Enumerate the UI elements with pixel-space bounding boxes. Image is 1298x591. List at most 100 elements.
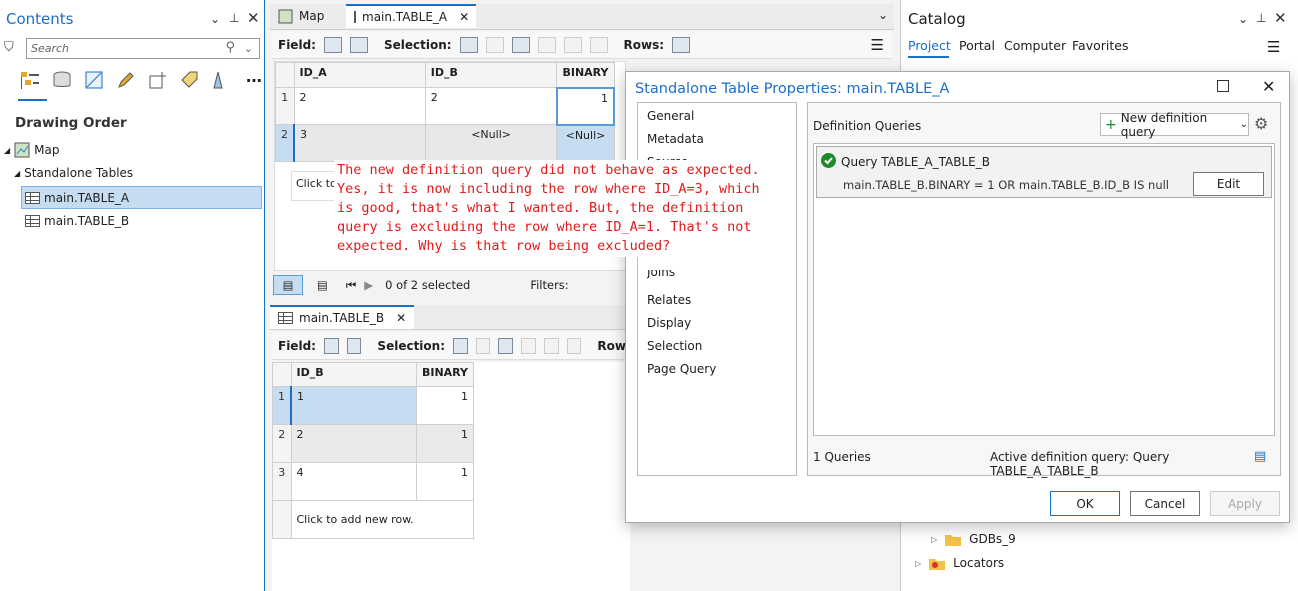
more-options-icon[interactable]: ⋯: [242, 68, 266, 92]
column-header-binary[interactable]: BINARY: [415, 362, 475, 387]
close-dialog-icon[interactable]: ✕: [1262, 77, 1275, 96]
list-by-drawing-order-icon[interactable]: [18, 68, 42, 92]
nav-relates[interactable]: Relates: [647, 293, 691, 307]
table-row[interactable]: Click to add new row.: [272, 500, 474, 539]
pane-options-icon[interactable]: ⌄: [1238, 12, 1248, 26]
add-field-icon[interactable]: [323, 337, 339, 354]
tree-item-locators[interactable]: ▷ Locators: [915, 556, 1004, 570]
tab-map[interactable]: Map: [270, 4, 332, 28]
delete-selection-icon[interactable]: [563, 36, 582, 53]
filter-icon[interactable]: ⛉: [4, 40, 14, 55]
nav-display[interactable]: Display: [647, 316, 691, 330]
tab-list-chevron-icon[interactable]: ⌄: [878, 8, 888, 22]
table-menu-icon[interactable]: ☰: [871, 36, 884, 54]
add-field-icon[interactable]: [323, 36, 342, 53]
pin-icon[interactable]: ⊥: [1256, 11, 1266, 25]
cell-id-b[interactable]: 2: [290, 424, 417, 463]
collapse-icon[interactable]: ◢: [4, 146, 10, 155]
close-tab-icon[interactable]: ✕: [396, 311, 406, 325]
clear-selection-icon[interactable]: [521, 337, 536, 354]
tree-item-gdbs[interactable]: ▷ GDBs_9: [931, 532, 1016, 546]
chevron-down-icon[interactable]: ⌄: [1240, 119, 1248, 130]
show-selected-records-icon[interactable]: ▤: [317, 278, 328, 292]
sql-icon[interactable]: ▤: [1254, 449, 1266, 464]
column-header-id-a[interactable]: ID_A: [293, 62, 426, 88]
cell-id-b[interactable]: 2: [424, 87, 558, 125]
clear-selection-icon[interactable]: [537, 36, 556, 53]
cell-id-b[interactable]: <Null>: [424, 124, 558, 162]
cell-binary[interactable]: 1: [555, 86, 616, 126]
nav-general[interactable]: General: [647, 109, 694, 123]
search-icon[interactable]: ⚲: [225, 40, 235, 55]
add-new-row[interactable]: Click to add new row.: [290, 500, 474, 539]
cancel-button[interactable]: Cancel: [1130, 491, 1200, 516]
list-by-selection-icon[interactable]: [82, 68, 106, 92]
pin-icon[interactable]: ⊥: [229, 11, 239, 25]
tab-project[interactable]: Project: [908, 38, 951, 53]
delete-selection-icon[interactable]: [543, 337, 559, 354]
table-row[interactable]: 1 1 1: [272, 386, 475, 425]
cell-id-a[interactable]: 2: [293, 87, 426, 125]
switch-selection-icon[interactable]: [498, 337, 514, 354]
expand-icon[interactable]: ▷: [931, 535, 937, 544]
tree-item-map[interactable]: ◢ Map: [4, 142, 59, 158]
tree-item-standalone-tables[interactable]: ◢ Standalone Tables: [14, 166, 133, 180]
cell-id-a[interactable]: 3: [293, 124, 426, 162]
nav-selection[interactable]: Selection: [647, 339, 702, 353]
row-options-icon[interactable]: [672, 36, 691, 53]
column-header-id-b[interactable]: ID_B: [424, 62, 558, 88]
search-input[interactable]: Search ⚲ ⌄: [26, 38, 260, 59]
pane-options-icon[interactable]: ⌄: [210, 12, 220, 26]
table-row[interactable]: 3 4 1: [272, 462, 475, 501]
zoom-to-selection-icon[interactable]: [485, 36, 504, 53]
table-row[interactable]: 2 3 <Null> <Null>: [275, 124, 615, 162]
list-by-labeling-icon[interactable]: [178, 68, 202, 92]
cell-id-b[interactable]: 1: [290, 386, 417, 425]
list-by-perspective-icon[interactable]: [210, 68, 234, 92]
calculate-field-icon[interactable]: [349, 36, 368, 53]
calculate-field-icon[interactable]: [346, 337, 362, 354]
maximize-icon[interactable]: [1217, 80, 1229, 92]
cell-binary[interactable]: 1: [415, 386, 475, 425]
expand-icon[interactable]: ▷: [915, 559, 921, 568]
cell-id-b[interactable]: 4: [290, 462, 417, 501]
new-definition-query-button[interactable]: + New definition query ⌄: [1100, 111, 1249, 139]
ok-button[interactable]: OK: [1050, 491, 1120, 516]
column-header-id-b[interactable]: ID_B: [290, 362, 417, 387]
search-options-icon[interactable]: ⌄: [244, 42, 253, 55]
show-all-records-icon[interactable]: ▤: [273, 275, 303, 295]
collapse-icon[interactable]: ◢: [14, 169, 20, 178]
select-by-attributes-icon[interactable]: [453, 337, 468, 354]
select-by-attributes-icon[interactable]: [459, 36, 478, 53]
tree-item-table-a[interactable]: main.TABLE_A: [21, 186, 262, 209]
list-by-editing-icon[interactable]: [114, 68, 138, 92]
table-row[interactable]: 1 2 2 1: [275, 86, 616, 126]
catalog-menu-icon[interactable]: ☰: [1267, 38, 1280, 56]
previous-record-icon[interactable]: ▶: [364, 278, 373, 292]
zoom-to-selection-icon[interactable]: [475, 337, 491, 354]
switch-selection-icon[interactable]: [511, 36, 530, 53]
cell-binary[interactable]: <Null>: [556, 124, 615, 162]
close-tab-icon[interactable]: ✕: [459, 10, 469, 24]
nav-joins[interactable]: Joins: [647, 270, 675, 284]
list-by-snapping-icon[interactable]: [146, 68, 170, 92]
query-card[interactable]: Query TABLE_A_TABLE_B main.TABLE_B.BINAR…: [816, 146, 1272, 198]
first-record-icon[interactable]: ⏮: [346, 278, 356, 293]
tab-portal[interactable]: Portal: [959, 38, 995, 53]
tab-favorites[interactable]: Favorites: [1072, 38, 1128, 53]
tab-table-a[interactable]: main.TABLE_A ✕: [346, 4, 476, 28]
nav-page-query[interactable]: Page Query: [647, 362, 716, 376]
tree-item-table-b[interactable]: main.TABLE_B: [25, 214, 129, 228]
table-row[interactable]: 2 2 1: [272, 424, 475, 463]
cell-binary[interactable]: 1: [415, 462, 475, 501]
tab-computer[interactable]: Computer: [1004, 38, 1066, 53]
column-header-binary[interactable]: BINARY: [556, 62, 615, 88]
gear-icon[interactable]: ⚙: [1254, 114, 1268, 133]
tab-table-b[interactable]: main.TABLE_B ✕: [270, 305, 415, 329]
list-by-source-icon[interactable]: [50, 68, 74, 92]
close-icon[interactable]: ✕: [247, 9, 260, 27]
nav-metadata[interactable]: Metadata: [647, 132, 704, 146]
copy-selection-icon[interactable]: [566, 337, 582, 354]
copy-selection-icon[interactable]: [589, 36, 608, 53]
close-icon[interactable]: ✕: [1274, 9, 1287, 27]
